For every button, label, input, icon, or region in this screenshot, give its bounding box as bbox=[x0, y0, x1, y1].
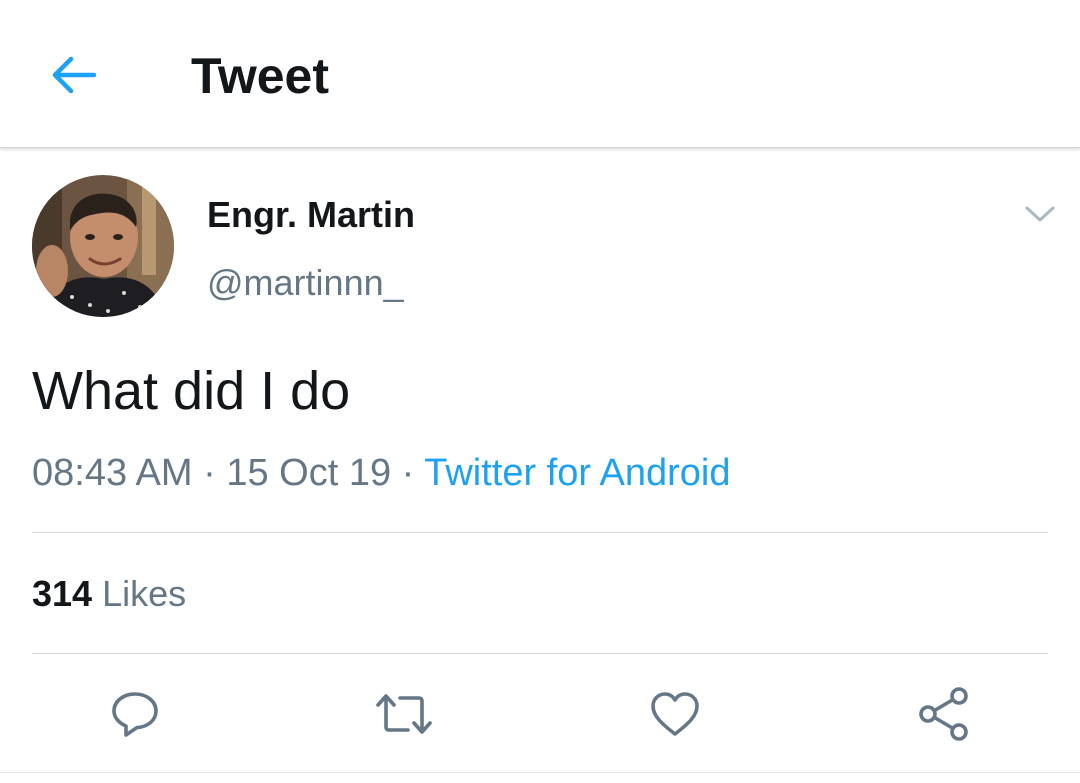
bottom-divider bbox=[0, 772, 1080, 783]
tweet-time: 08:43 AM bbox=[32, 452, 193, 494]
meta-separator: · bbox=[391, 452, 425, 494]
reply-icon bbox=[112, 692, 158, 737]
retweet-button[interactable] bbox=[374, 684, 434, 744]
tweet-date: 15 Oct 19 bbox=[226, 452, 392, 494]
reply-button[interactable] bbox=[105, 684, 165, 744]
arrow-left-icon bbox=[52, 56, 96, 94]
chevron-down-icon bbox=[1025, 206, 1055, 222]
like-button[interactable] bbox=[645, 684, 705, 744]
share-button[interactable] bbox=[914, 684, 974, 744]
share-icon bbox=[919, 687, 968, 741]
avatar[interactable] bbox=[32, 175, 174, 317]
tweet-source-link[interactable]: Twitter for Android bbox=[424, 452, 730, 494]
tweet-text: What did I do bbox=[32, 361, 351, 421]
author-display-name[interactable]: Engr. Martin bbox=[207, 194, 415, 236]
back-button[interactable] bbox=[44, 46, 102, 104]
likes-count[interactable]: 314 Likes bbox=[32, 573, 186, 615]
tweet-options-button[interactable] bbox=[1020, 198, 1060, 230]
page-title: Tweet bbox=[191, 48, 329, 104]
author-handle[interactable]: @martinnn_ bbox=[207, 262, 404, 304]
divider bbox=[32, 653, 1048, 654]
retweet-icon bbox=[376, 694, 432, 734]
likes-label: Likes bbox=[102, 573, 187, 614]
divider bbox=[32, 532, 1048, 533]
meta-separator: · bbox=[192, 452, 227, 494]
app-bar: Tweet bbox=[0, 0, 1080, 148]
like-icon bbox=[651, 692, 699, 736]
tweet-meta: 08:43 AM · 15 Oct 19 · Twitter for Andro… bbox=[32, 451, 730, 495]
likes-number: 314 bbox=[32, 573, 93, 614]
avatar-photo bbox=[32, 175, 174, 317]
